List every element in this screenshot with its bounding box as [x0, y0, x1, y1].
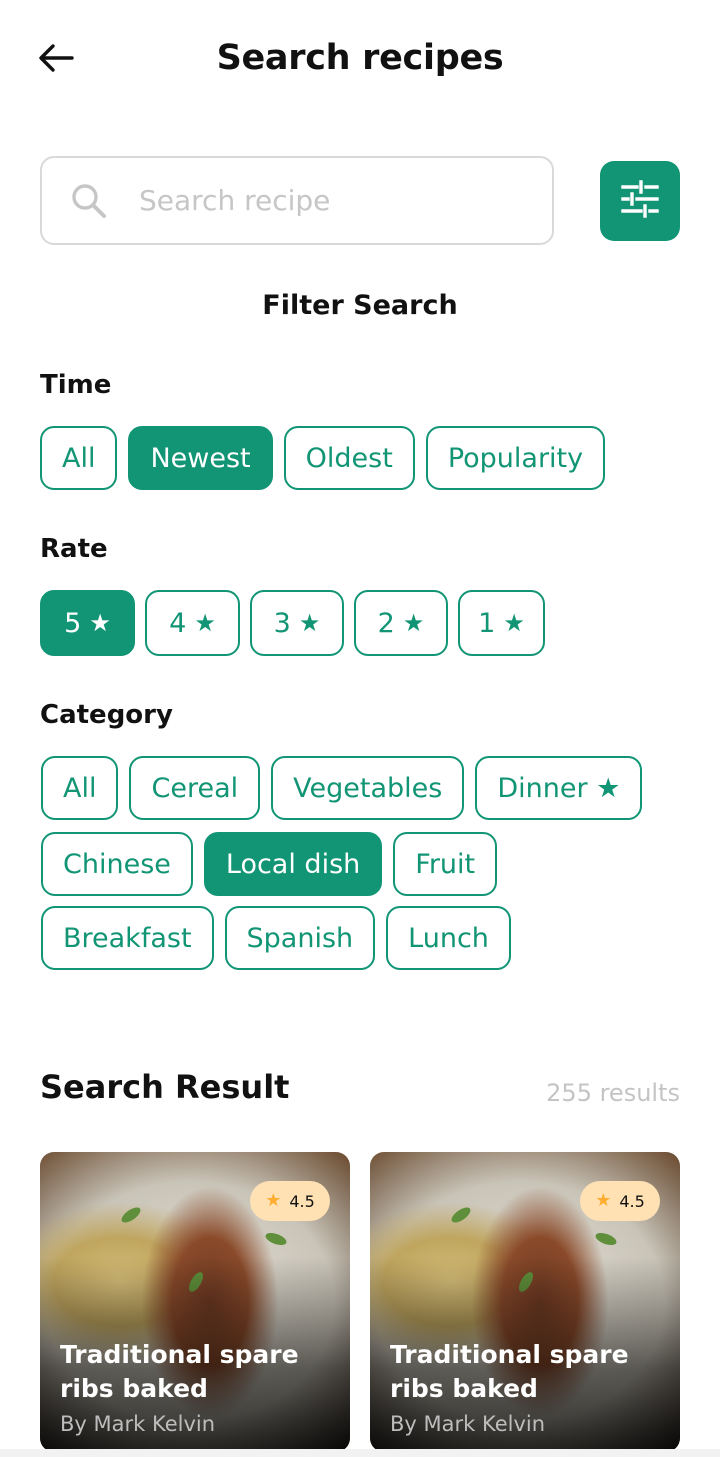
chip-label: Local dish [225, 848, 361, 880]
search-result-title: Search Result [40, 1068, 290, 1106]
category-chip-all[interactable]: All [41, 756, 119, 820]
star-icon: ★ [194, 609, 216, 637]
recipe-card[interactable]: ★ 4.5 Traditional spare ribs baked By Ma… [370, 1152, 680, 1452]
rate-chip-1[interactable]: 1 ★ [458, 590, 545, 656]
star-icon: ★ [595, 1190, 612, 1211]
category-chip-lunch[interactable]: Lunch [386, 906, 511, 970]
chip-label: Cereal [151, 772, 239, 804]
result-count: 255 results [546, 1079, 680, 1107]
category-chips-row-3: Breakfast Spanish Lunch [41, 906, 511, 970]
category-chip-spanish[interactable]: Spanish [224, 906, 376, 970]
rating-badge: ★ 4.5 [250, 1181, 330, 1221]
chip-label: Newest [150, 442, 251, 474]
search-box[interactable] [40, 156, 554, 245]
filter-heading: Filter Search [262, 290, 458, 321]
chip-label: Popularity [447, 442, 584, 474]
rating-badge: ★ 4.5 [580, 1181, 660, 1221]
category-chip-fruit[interactable]: Fruit [393, 832, 498, 896]
time-label: Time [40, 370, 112, 400]
category-chip-chinese[interactable]: Chinese [41, 832, 193, 896]
category-chip-dinner[interactable]: Dinner ★ [475, 756, 643, 820]
recipe-title: Traditional spare ribs baked [60, 1340, 299, 1403]
category-chip-local-dish[interactable]: Local dish [203, 832, 383, 896]
time-chip-oldest[interactable]: Oldest [283, 426, 415, 490]
chip-label: All [63, 772, 97, 804]
star-icon: ★ [89, 609, 111, 637]
chip-label: 3 [273, 607, 291, 639]
time-chips: All Newest Oldest Popularity [40, 426, 606, 490]
recipe-title: Traditional spare ribs baked [390, 1340, 629, 1403]
category-chip-breakfast[interactable]: Breakfast [41, 906, 214, 970]
chip-label: 1 [478, 607, 496, 639]
sliders-icon [620, 179, 660, 223]
rating-value: 4.5 [619, 1191, 645, 1211]
recipe-author: By Mark Kelvin [60, 1412, 216, 1436]
category-chip-vegetables[interactable]: Vegetables [271, 756, 465, 820]
category-chips-row-1: All Cereal Vegetables Dinner ★ [41, 756, 643, 820]
chip-label: 4 [169, 607, 187, 639]
rate-chip-4[interactable]: 4 ★ [145, 590, 240, 656]
chip-label: Lunch [408, 922, 489, 954]
category-label: Category [40, 700, 173, 730]
star-icon: ★ [503, 609, 525, 637]
rate-chip-5[interactable]: 5 ★ [40, 590, 135, 656]
star-icon: ★ [298, 609, 321, 637]
search-icon [69, 181, 109, 221]
bottom-edge [0, 1449, 720, 1457]
category-chips-row-2: Chinese Local dish Fruit [41, 832, 498, 896]
chip-label: Chinese [63, 848, 171, 880]
rate-chips: 5 ★ 4 ★ 3 ★ 2 ★ 1 ★ [40, 590, 545, 656]
time-chip-newest[interactable]: Newest [128, 426, 273, 490]
chip-label: Vegetables [293, 772, 443, 804]
category-chip-cereal[interactable]: Cereal [129, 756, 261, 820]
filter-button[interactable] [600, 161, 680, 241]
star-icon: ★ [402, 609, 425, 637]
rate-chip-2[interactable]: 2 ★ [354, 590, 448, 656]
chip-label: Fruit [415, 848, 476, 880]
chip-label: Spanish [246, 922, 354, 954]
recipe-card[interactable]: ★ 4.5 Traditional spare ribs baked By Ma… [40, 1152, 350, 1452]
time-chip-popularity[interactable]: Popularity [425, 426, 606, 490]
chip-label: 5 [64, 607, 82, 639]
star-icon: ★ [265, 1190, 282, 1211]
page-title: Search recipes [216, 38, 504, 78]
chip-label: Breakfast [63, 922, 192, 954]
chip-label: Oldest [305, 442, 393, 474]
rate-label: Rate [40, 534, 108, 564]
recipe-author: By Mark Kelvin [390, 1412, 546, 1436]
chip-label: 2 [377, 607, 395, 639]
rating-value: 4.5 [289, 1191, 315, 1211]
time-chip-all[interactable]: All [40, 426, 118, 490]
chip-label: Dinner ★ [497, 772, 621, 804]
rate-chip-3[interactable]: 3 ★ [250, 590, 344, 656]
search-input[interactable] [137, 183, 521, 218]
chip-label: All [62, 442, 96, 474]
